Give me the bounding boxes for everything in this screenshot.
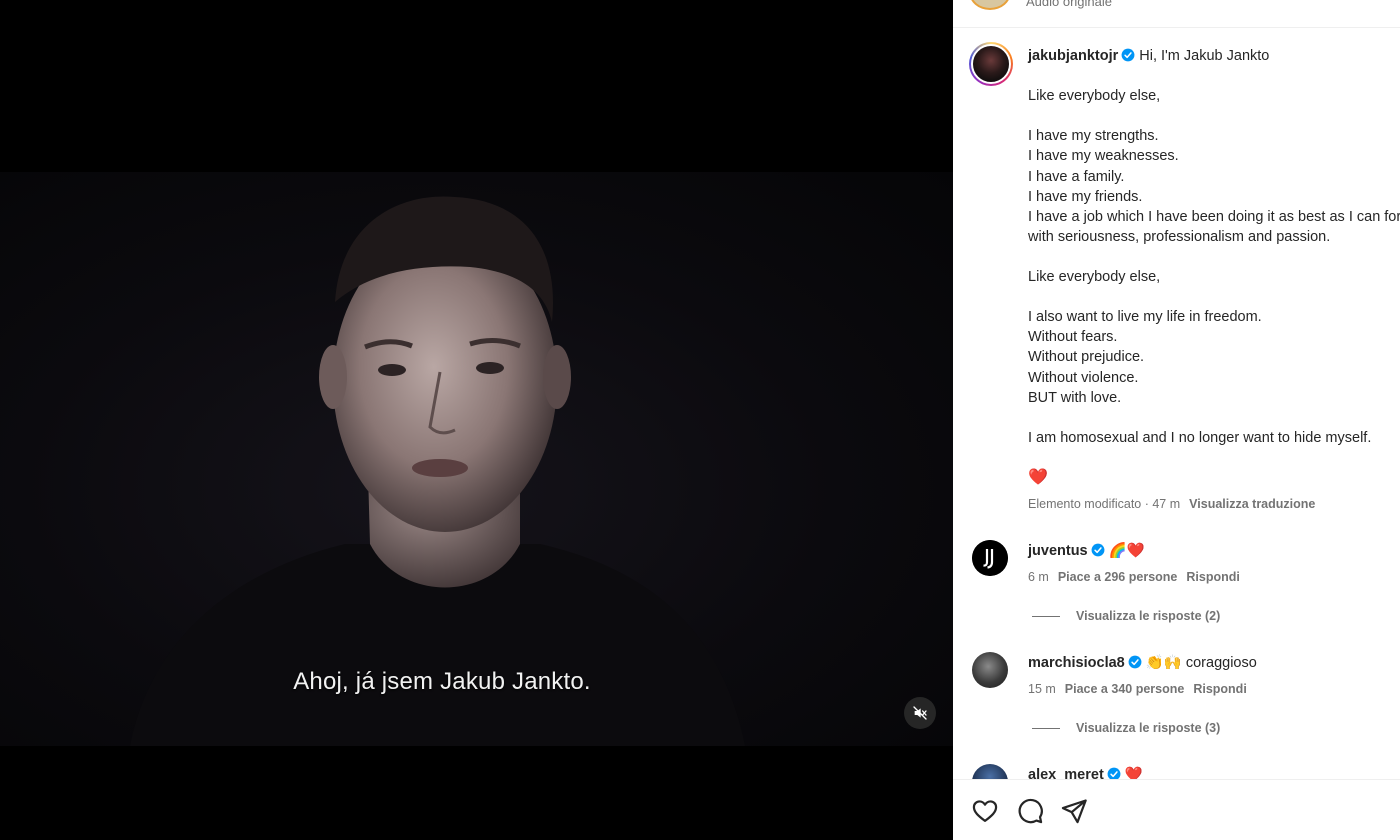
caption-line: I have my weaknesses. — [1028, 148, 1179, 165]
caption-line: Without prejudice. — [1028, 349, 1145, 366]
speaker-figure — [130, 196, 745, 746]
speaker-muted-icon — [913, 706, 927, 720]
translate-link[interactable]: Visualizza traduzione — [1189, 497, 1315, 511]
verified-badge-icon — [1121, 48, 1135, 62]
comment-text: 🌈❤️ — [1108, 543, 1145, 559]
action-bar — [953, 779, 1400, 840]
commenter-avatar[interactable] — [972, 540, 1008, 576]
comment-icon[interactable] — [1016, 797, 1044, 825]
caption-line: I have my strengths. — [1028, 128, 1159, 145]
post-caption: jakubjanktojr Hi, I'm Jakub Jankto Like e… — [1028, 46, 1400, 488]
caption-line: I have a job which I have been doing it … — [1028, 208, 1400, 225]
caption-line: Hi, I'm Jakub Jankto — [1139, 48, 1270, 64]
caption-line: Like everybody else, — [1028, 88, 1161, 105]
caption-line: Without violence. — [1028, 369, 1139, 386]
video-subtitle: Ahoj, já jsem Jakub Jankto. — [293, 668, 591, 695]
comment-text: 👏🙌 coraggioso — [1145, 655, 1257, 671]
caption-line: I am homosexual and I no longer want to … — [1028, 429, 1372, 446]
video-frame[interactable]: Ahoj, já jsem Jakub Jankto. — [0, 172, 953, 746]
author-username[interactable]: jakubjanktojr — [1028, 48, 1118, 64]
view-replies-label: Visualizza le risposte (3) — [1076, 721, 1221, 735]
caption-line: BUT with love. — [1028, 389, 1122, 406]
caption-line: I have a family. — [1028, 168, 1125, 185]
view-replies-button[interactable]: Visualizza le risposte (2) — [1032, 609, 1220, 623]
comment-likes[interactable]: Piace a 296 persone — [1058, 570, 1178, 584]
heart-icon[interactable] — [971, 797, 999, 825]
post-panel: Audio originale jakubjanktojr Hi, I'm Jak… — [953, 0, 1400, 840]
edited-label: Elemento modificato · 47 m — [1028, 497, 1181, 511]
verified-badge-icon — [1128, 655, 1142, 669]
reply-button[interactable]: Rispondi — [1193, 682, 1246, 696]
commenter-username[interactable]: marchisiocla8 — [1028, 655, 1125, 671]
audio-label[interactable]: Audio originale — [1026, 0, 1112, 9]
comment-likes[interactable]: Piace a 340 persone — [1065, 682, 1185, 696]
commenter-avatar[interactable] — [972, 652, 1008, 688]
caption-line: Without fears. — [1028, 329, 1118, 346]
commenter-username[interactable]: juventus — [1028, 543, 1088, 559]
comment-time: 6 m — [1028, 570, 1049, 584]
mute-button[interactable] — [904, 697, 936, 729]
share-icon[interactable] — [1060, 797, 1088, 825]
caption-line: with seriousness, professionalism and pa… — [1028, 228, 1331, 245]
caption-line: Like everybody else, — [1028, 269, 1161, 286]
author-avatar[interactable] — [969, 42, 1013, 86]
caption-meta: Elemento modificato · 47 m Visualizza tra… — [1028, 497, 1315, 511]
reply-button[interactable]: Rispondi — [1186, 570, 1239, 584]
header-avatar[interactable] — [969, 0, 1011, 10]
video-player[interactable]: Ahoj, já jsem Jakub Jankto. — [0, 0, 953, 840]
verified-badge-icon — [1091, 543, 1105, 557]
view-replies-button[interactable]: Visualizza le risposte (3) — [1032, 721, 1220, 735]
comment-time: 15 m — [1028, 682, 1056, 696]
post-header: Audio originale — [953, 0, 1400, 28]
heart-emoji: ❤️ — [1028, 468, 1048, 486]
caption-line: I have my friends. — [1028, 188, 1143, 205]
juventus-logo-icon — [972, 540, 1008, 576]
caption-line: I also want to live my life in freedom. — [1028, 309, 1262, 326]
view-replies-label: Visualizza le risposte (2) — [1076, 609, 1221, 623]
